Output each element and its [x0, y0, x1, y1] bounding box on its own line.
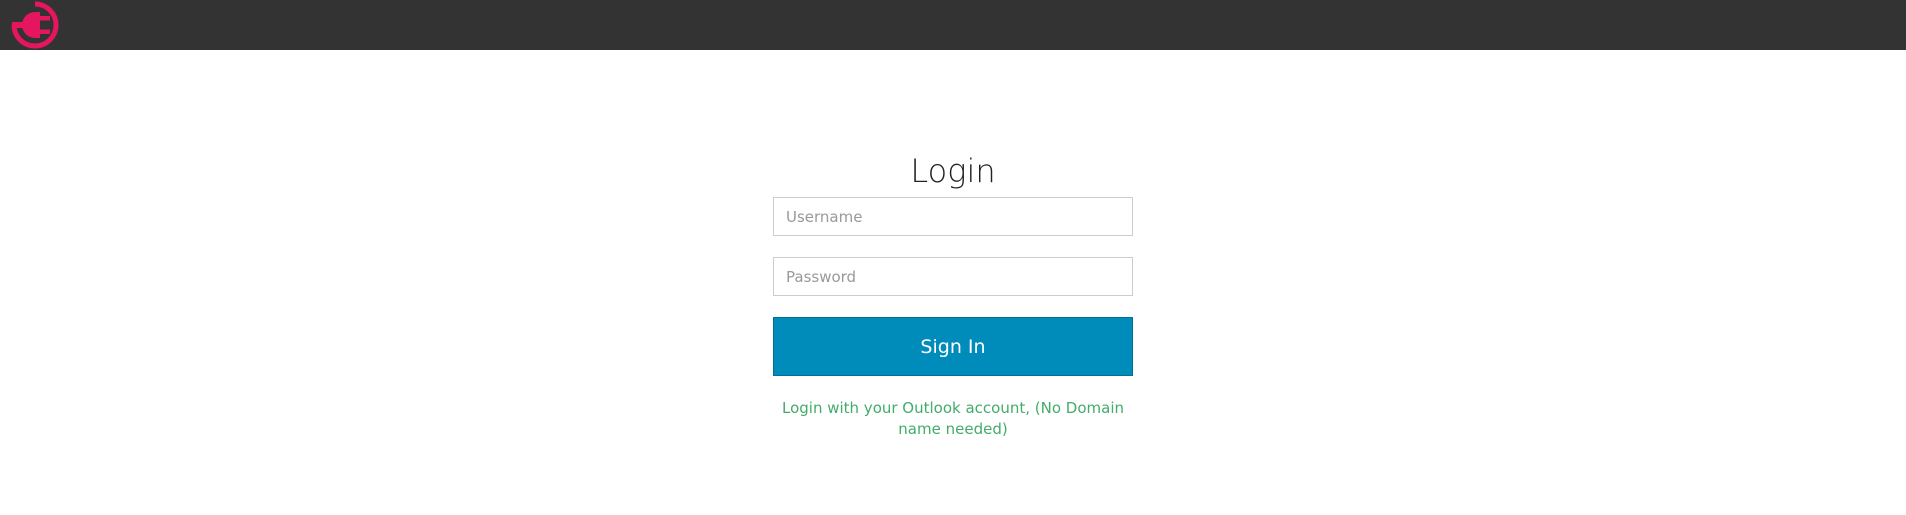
login-panel: Login Sign In Login with your Outlook ac… — [773, 145, 1133, 440]
top-navbar — [0, 0, 1906, 50]
power-plug-logo-icon[interactable] — [9, 0, 61, 50]
username-input[interactable] — [773, 197, 1133, 236]
outlook-login-note: Login with your Outlook account, (No Dom… — [781, 399, 1124, 438]
login-title: Login — [910, 152, 996, 190]
sign-in-button[interactable]: Sign In — [773, 317, 1133, 376]
password-input[interactable] — [773, 257, 1133, 296]
